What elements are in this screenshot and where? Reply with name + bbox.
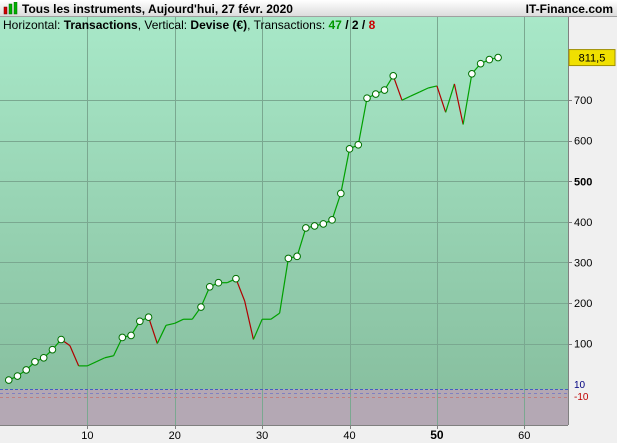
plot-background [0, 17, 568, 389]
trade-marker [476, 59, 485, 68]
trade-marker [136, 317, 144, 326]
trade-marker [39, 353, 48, 362]
last-value-badge: 811,5 [568, 49, 616, 67]
window-title: Tous les instruments, Aujourd'hui, 27 fé… [22, 2, 293, 16]
sub-pane-background [0, 389, 568, 425]
trade-marker [371, 90, 380, 98]
trade-marker [354, 140, 363, 149]
trade-marker [48, 345, 57, 354]
x-tick-label: 20 [169, 430, 181, 442]
trade-marker [319, 220, 328, 228]
trade-marker [197, 303, 205, 311]
trade-marker [328, 216, 336, 224]
chart-app-icon [3, 2, 18, 15]
trade-marker [293, 252, 301, 261]
last-value-label: 811,5 [579, 53, 606, 65]
trade-marker [494, 53, 502, 62]
y-tick-label: 700 [574, 95, 592, 107]
trade-marker [144, 313, 153, 321]
y-tick-label: 100 [574, 339, 592, 351]
y-tick-label: 600 [574, 136, 592, 148]
trade-marker [118, 333, 127, 342]
trade-marker [337, 189, 345, 198]
y-tick-label: 400 [574, 217, 592, 229]
trade-marker [127, 331, 135, 340]
x-tick-label: 10 [81, 430, 93, 442]
trade-marker [380, 86, 389, 94]
flat-count: 2 [351, 18, 359, 32]
sub-pane-label-lower: -10 [574, 392, 589, 403]
x-tick-label: 50 [430, 428, 444, 442]
trade-marker [205, 282, 214, 291]
horizontal-value: Transactions [63, 18, 138, 32]
trade-marker [485, 55, 494, 64]
title-bar: Tous les instruments, Aujourd'hui, 27 fé… [0, 0, 617, 17]
transactions-label: , Transactions: [247, 18, 329, 32]
separator: / [341, 18, 352, 32]
sub-pane-label-upper: 10 [574, 380, 586, 391]
brand-label: IT-Finance.com [525, 2, 613, 16]
trade-marker [57, 335, 65, 344]
trade-marker [389, 72, 398, 80]
x-tick-label: 60 [518, 430, 530, 442]
vertical-label: , Vertical: [137, 18, 191, 32]
trade-marker [310, 222, 319, 230]
trade-marker [363, 94, 371, 102]
trade-marker [13, 372, 22, 380]
horizontal-label: Horizontal: [3, 18, 64, 32]
x-tick-label: 30 [256, 430, 268, 442]
y-tick-label: 300 [574, 257, 592, 269]
trade-marker [302, 224, 310, 232]
equity-chart[interactable]: 10020030040050060070010-10 10 20 30 40 50 60 … [0, 17, 617, 443]
separator: / [358, 18, 369, 32]
trade-marker [345, 145, 354, 153]
y-tick-label: 500 [574, 176, 592, 188]
trade-marker [31, 358, 39, 366]
trade-marker [468, 69, 476, 78]
info-bar: Horizontal: Transactions, Vertical: Devi… [0, 17, 568, 34]
trade-marker [214, 278, 223, 287]
y-tick-label: 200 [574, 298, 592, 310]
vertical-value: Devise (€) [190, 18, 248, 32]
x-tick-label: 40 [343, 430, 355, 442]
losing-count: 8 [368, 18, 376, 32]
trade-marker [4, 376, 13, 384]
trade-marker [232, 274, 240, 283]
winning-count: 47 [328, 18, 342, 32]
trade-marker [22, 366, 31, 374]
trade-marker [284, 254, 293, 263]
